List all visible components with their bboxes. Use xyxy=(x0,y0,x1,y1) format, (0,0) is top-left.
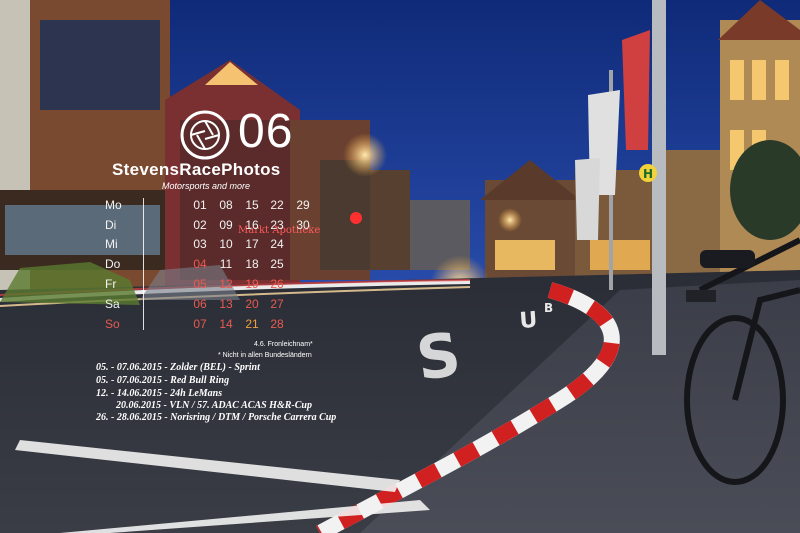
holiday-note: 4.6. Fronleichnam* xyxy=(254,341,313,348)
calendar-date: 17 xyxy=(245,237,259,251)
weekday-label: Fr xyxy=(105,277,117,291)
event-item: 20.06.2015 - VLN / 57. ADAC ACAS H&R-Cup xyxy=(116,400,312,411)
calendar-date: 13 xyxy=(219,297,233,311)
calendar-date: 10 xyxy=(219,237,233,251)
calendar-date: 29 xyxy=(296,198,310,212)
event-item: 05. - 07.06.2015 - Zolder (BEL) - Sprint xyxy=(96,362,260,373)
event-item: 05. - 07.06.2015 - Red Bull Ring xyxy=(96,375,230,386)
calendar-date: 26 xyxy=(270,277,284,291)
calendar-date: 20 xyxy=(245,297,259,311)
calendar-date: 19 xyxy=(245,277,259,291)
calendar-date: 22 xyxy=(270,198,284,212)
calendar-date: 16 xyxy=(245,218,259,232)
calendar-date: 06 xyxy=(193,297,207,311)
weekday-label: Di xyxy=(105,218,117,232)
brand-tagline: Motorsports and more xyxy=(162,181,251,191)
calendar-date: 15 xyxy=(245,198,259,212)
calendar-date-holiday: 04 xyxy=(193,257,207,271)
calendar-date: 11 xyxy=(219,257,233,271)
calendar-date: 03 xyxy=(193,237,207,251)
region-footnote: * Nicht in allen Bundesländern xyxy=(218,352,312,359)
calendar-date: 23 xyxy=(270,218,284,232)
calendar-date: 24 xyxy=(270,237,284,251)
calendar-date: 12 xyxy=(219,277,233,291)
calendar-date: 05 xyxy=(193,277,207,291)
weekday-label: Sa xyxy=(105,297,120,311)
weekday-label: Mo xyxy=(105,198,122,212)
calendar-date: 18 xyxy=(245,257,259,271)
calendar-date: 27 xyxy=(270,297,284,311)
calendar-overlay: 06 StevensRacePhotos Motorsports and mor… xyxy=(0,0,800,533)
calendar-date: 02 xyxy=(193,218,207,232)
weekday-label-sunday: So xyxy=(105,317,120,331)
event-item: 12. - 14.06.2015 - 24h LeMans xyxy=(96,388,223,399)
calendar-date: 14 xyxy=(219,317,233,331)
calendar-date: 21 xyxy=(245,317,259,331)
calendar-date: 30 xyxy=(296,218,310,232)
calendar-divider xyxy=(143,198,144,330)
calendar-date: 07 xyxy=(193,317,207,331)
weekday-label: Do xyxy=(105,257,121,271)
aperture-logo-icon xyxy=(180,110,230,160)
calendar-date: 01 xyxy=(193,198,207,212)
calendar-date: 28 xyxy=(270,317,284,331)
weekday-label: Mi xyxy=(105,237,118,251)
month-number: 06 xyxy=(238,105,294,158)
calendar-date: 25 xyxy=(270,257,284,271)
calendar-date: 08 xyxy=(219,198,233,212)
event-item: 26. - 28.06.2015 - Norisring / DTM / Por… xyxy=(96,412,337,423)
brand-name: StevensRacePhotos xyxy=(112,160,281,179)
calendar-date: 09 xyxy=(219,218,233,232)
